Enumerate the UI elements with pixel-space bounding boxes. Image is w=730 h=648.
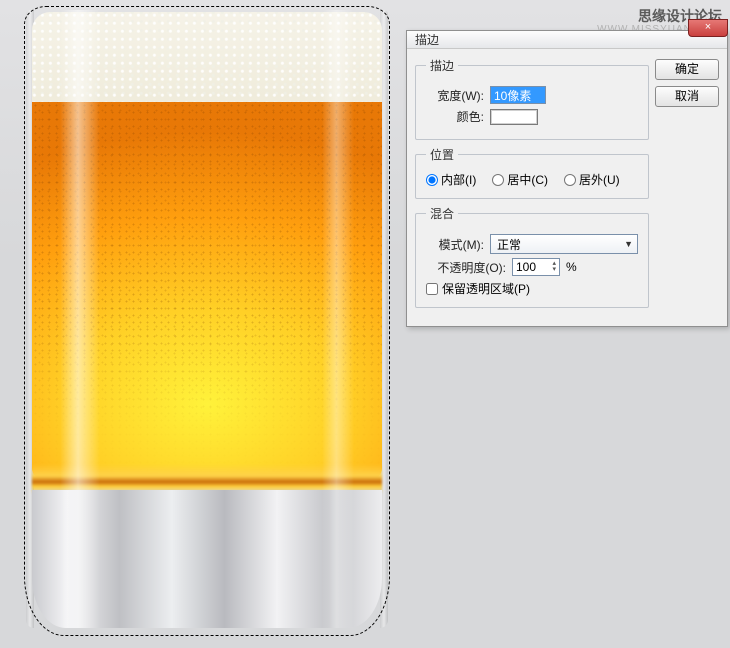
- radio-center-label: 居中(C): [507, 171, 548, 188]
- radio-inside-input[interactable]: [426, 174, 438, 186]
- mode-select-value: 正常: [497, 236, 521, 253]
- preserve-transparency-label: 保留透明区域(P): [442, 280, 530, 297]
- radio-outside-input[interactable]: [564, 174, 576, 186]
- radio-outside[interactable]: 居外(U): [564, 171, 620, 188]
- opacity-unit: %: [566, 260, 577, 274]
- dialog-body: 描边 宽度(W): 10像素 颜色: 位置 内部(: [407, 49, 727, 326]
- mode-label: 模式(M):: [426, 236, 484, 253]
- opacity-value: 100: [516, 260, 536, 274]
- mode-select[interactable]: 正常 ▼: [490, 234, 638, 254]
- radio-inside[interactable]: 内部(I): [426, 171, 476, 188]
- preserve-transparency-checkbox[interactable]: [426, 283, 438, 295]
- beer-glass-artwork: [24, 6, 390, 636]
- blend-legend: 混合: [426, 205, 458, 222]
- canvas-area: 思缘设计论坛 WWW.MISSYUAN.COM 描边 × 描边 宽度(W): 1…: [0, 0, 730, 648]
- position-legend: 位置: [426, 146, 458, 163]
- radio-inside-label: 内部(I): [441, 171, 476, 188]
- opacity-input[interactable]: 100 ▴▾: [512, 258, 560, 276]
- radio-center[interactable]: 居中(C): [492, 171, 548, 188]
- width-input[interactable]: 10像素: [490, 86, 546, 104]
- stroke-legend: 描边: [426, 57, 458, 74]
- color-label: 颜色:: [426, 108, 484, 125]
- chevron-down-icon: ▼: [624, 239, 633, 249]
- dialog-right-column: 确定 取消: [655, 57, 719, 314]
- radio-outside-label: 居外(U): [579, 171, 620, 188]
- color-swatch[interactable]: [490, 109, 538, 125]
- cancel-button[interactable]: 取消: [655, 86, 719, 107]
- width-label: 宽度(W):: [426, 87, 484, 104]
- dialog-titlebar[interactable]: 描边 ×: [407, 31, 727, 49]
- opacity-spinner-icon[interactable]: ▴▾: [552, 261, 556, 273]
- position-fieldset: 位置 内部(I) 居中(C) 居外(U): [415, 146, 649, 199]
- ok-button[interactable]: 确定: [655, 59, 719, 80]
- glass-highlight-left: [60, 10, 100, 628]
- dialog-left-column: 描边 宽度(W): 10像素 颜色: 位置 内部(: [415, 57, 649, 314]
- dialog-title: 描边: [415, 31, 439, 48]
- blend-fieldset: 混合 模式(M): 正常 ▼ 不透明度(O): 100 ▴▾: [415, 205, 649, 308]
- radio-center-input[interactable]: [492, 174, 504, 186]
- stroke-fieldset: 描边 宽度(W): 10像素 颜色:: [415, 57, 649, 140]
- close-button[interactable]: ×: [688, 19, 728, 37]
- stroke-dialog: 描边 × 描边 宽度(W): 10像素 颜色: 位置: [406, 30, 728, 327]
- opacity-label: 不透明度(O):: [426, 259, 506, 276]
- glass-highlight-right: [322, 10, 354, 628]
